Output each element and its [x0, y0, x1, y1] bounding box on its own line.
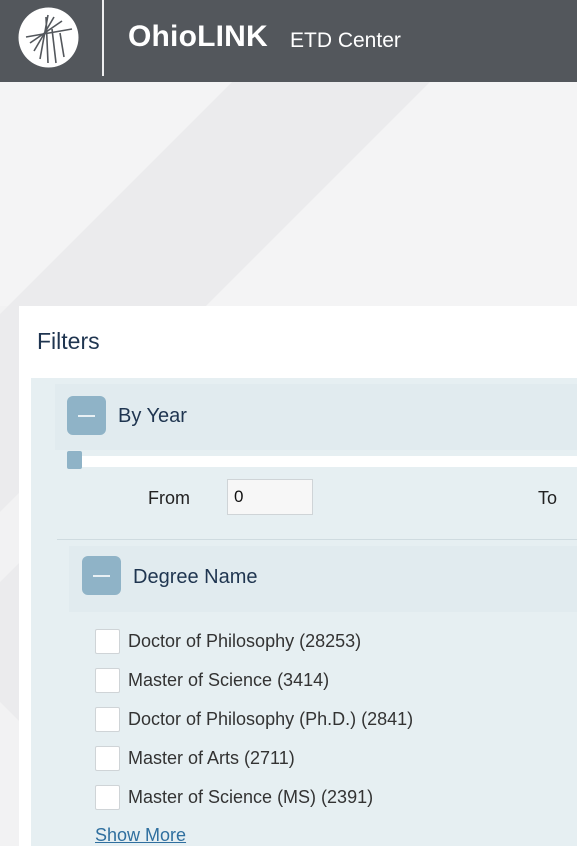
degree-filter-header[interactable]: Degree Name — [69, 546, 577, 612]
checkbox-label[interactable]: Master of Arts (2711) — [128, 748, 295, 769]
ohiolink-logo-icon[interactable] — [18, 7, 79, 68]
site-header: OhioLINK ETD Center — [0, 0, 577, 82]
filters-container: By Year From To Degree Name Doctor of Ph… — [31, 378, 577, 846]
from-label: From — [148, 488, 190, 508]
list-item[interactable]: Doctor of Philosophy (28253) — [95, 622, 575, 661]
brand-name[interactable]: OhioLINK — [128, 20, 268, 54]
header-divider — [102, 0, 104, 76]
checkbox-label[interactable]: Doctor of Philosophy (Ph.D.) (2841) — [128, 709, 413, 730]
degree-filter-label: Degree Name — [133, 566, 258, 588]
minus-icon — [93, 574, 110, 577]
degree-options-list: Doctor of Philosophy (28253) Master of S… — [95, 622, 575, 817]
list-item[interactable]: Master of Arts (2711) — [95, 739, 575, 778]
degree-collapse-button[interactable] — [82, 556, 121, 595]
minus-icon — [78, 414, 95, 417]
checkbox[interactable] — [95, 707, 120, 732]
filters-panel: Filters By Year From To Degree Name Doct… — [19, 306, 577, 846]
from-year-input[interactable] — [227, 479, 313, 515]
year-slider-handle[interactable] — [67, 451, 82, 469]
year-filter-header[interactable]: By Year — [55, 384, 577, 450]
checkbox[interactable] — [95, 746, 120, 771]
checkbox-label[interactable]: Master of Science (MS) (2391) — [128, 787, 373, 808]
year-filter-label: By Year — [118, 405, 187, 427]
checkbox[interactable] — [95, 785, 120, 810]
list-item[interactable]: Doctor of Philosophy (Ph.D.) (2841) — [95, 700, 575, 739]
checkbox[interactable] — [95, 668, 120, 693]
checkbox-label[interactable]: Doctor of Philosophy (28253) — [128, 631, 361, 652]
year-collapse-button[interactable] — [67, 396, 106, 435]
section-divider — [57, 539, 577, 540]
year-slider-track[interactable] — [81, 456, 577, 467]
checkbox-label[interactable]: Master of Science (3414) — [128, 670, 329, 691]
brand-subtitle: ETD Center — [290, 29, 401, 52]
to-label: To — [538, 488, 558, 508]
show-more-link[interactable]: Show More — [95, 825, 186, 846]
filters-title: Filters — [37, 328, 100, 354]
list-item[interactable]: Master of Science (MS) (2391) — [95, 778, 575, 817]
list-item[interactable]: Master of Science (3414) — [95, 661, 575, 700]
checkbox[interactable] — [95, 629, 120, 654]
